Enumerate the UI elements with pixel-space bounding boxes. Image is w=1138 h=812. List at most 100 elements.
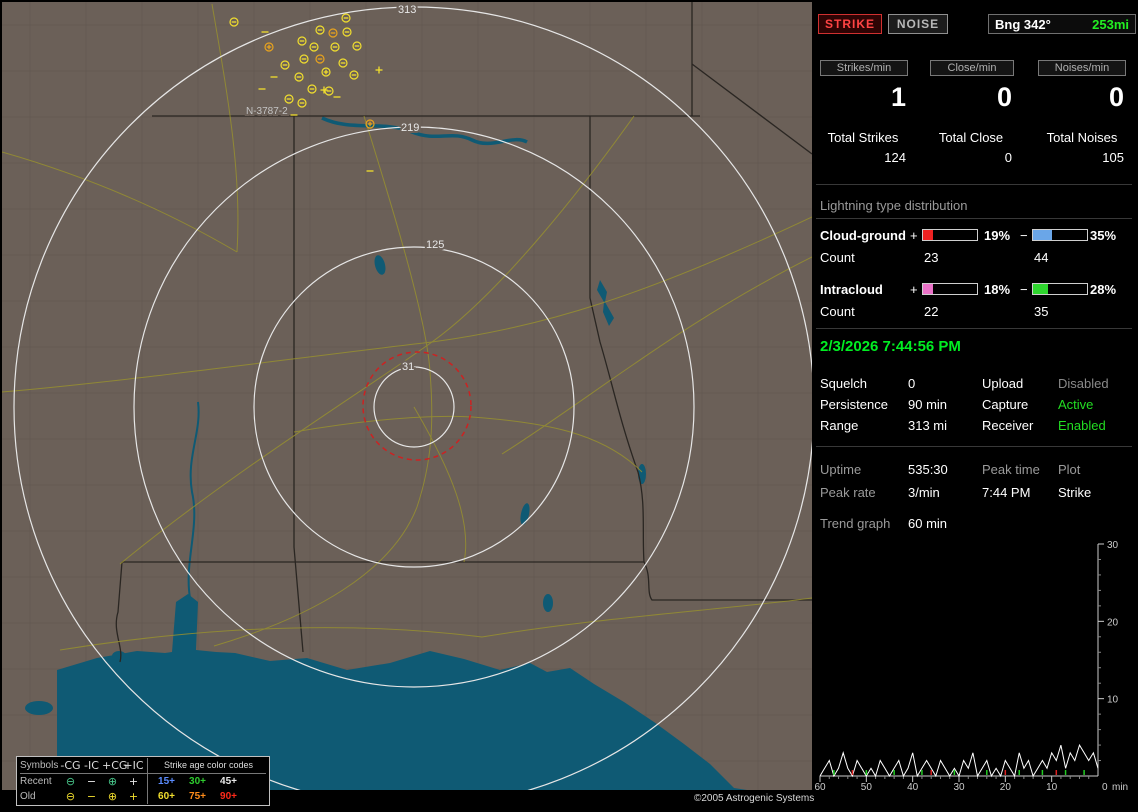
cg-plus-pct: 19% [984,228,1011,243]
recent-cg-pos-icon: ⊕ [107,775,118,788]
divider [816,446,1132,447]
close-per-min-button[interactable]: Close/min [930,60,1014,76]
legend-old-label: Old [20,791,36,802]
receiver-label: Receiver [982,418,1034,433]
cloud-ground-label: Cloud-ground [820,228,906,243]
svg-text:20: 20 [1107,617,1119,628]
divider [816,184,1132,185]
minus-sign: − [1020,282,1028,297]
age-15: 15+ [158,776,175,787]
cloud-ground-count-row: Count 23 44 [812,250,1136,266]
legend-recent-row: Recent ⊖ − ⊕ + 15+ 30+ 45+ [20,774,266,789]
upload-status: Disabled [1058,376,1109,391]
trend-graph-chart: 10203060 50 40 30 20 10 0 min [814,540,1128,793]
total-strikes-label: Total Strikes [827,130,899,145]
cg-plus-bar [922,229,978,241]
lightning-map[interactable]: 313 219 125 31 N-3787-2 [1,2,815,808]
noises-per-min-button[interactable]: Noises/min [1038,60,1126,76]
uptime-value: 535:30 [908,462,948,477]
peak-rate-label: Peak rate [820,485,876,500]
divider [816,328,1132,329]
persistence-label: Persistence [820,397,888,412]
close-per-min-value: 0 [996,82,1012,112]
age-75: 75+ [189,791,206,802]
range-ring-label: 31 [402,361,414,373]
old-cg-pos-icon: ⊕ [107,790,118,803]
legend-divider [147,758,148,773]
status-row: Uptime 535:30 Peak time Plot [812,462,1136,478]
receiver-status: Enabled [1058,418,1106,433]
ic-plus-pct: 18% [984,282,1011,297]
status-panel: STRIKE NOISE Bng 342° 253mi Strikes/min … [812,2,1136,810]
total-noises-label: Total Noises [1046,130,1118,145]
intracloud-count-row: Count 22 35 [812,304,1136,320]
svg-text:40: 40 [907,782,919,793]
station-label: N-3787-2 [246,106,288,117]
status-row: Peak rate 3/min 7:44 PM Strike [812,485,1136,501]
range-ring-label: 219 [401,122,419,134]
legend-divider [147,789,148,804]
divider [816,218,1132,219]
bearing-range: 253mi [1092,16,1129,32]
legend-col-cg-neg: -CG [60,759,81,772]
datetime-display: 2/3/2026 7:44:56 PM [820,338,961,355]
settings-row: Persistence 90 min Capture Active [812,397,1136,413]
legend-old-row: Old ⊖ − ⊕ + 60+ 75+ 90+ [20,789,266,804]
legend-recent-label: Recent [20,776,52,787]
count-label: Count [820,304,855,319]
squelch-label: Squelch [820,376,867,391]
total-close-value: 0 [1004,150,1012,165]
svg-text:10: 10 [1046,782,1058,793]
trend-graph-label: Trend graph [820,516,891,531]
strikes-per-min-button[interactable]: Strikes/min [820,60,908,76]
symbol-legend: Symbols -CG -IC +CG +IC Strike age color… [16,756,270,806]
svg-text:30: 30 [953,782,965,793]
intracloud-label: Intracloud [820,282,883,297]
squelch-value: 0 [908,376,916,391]
age-30: 30+ [189,776,206,787]
trend-graph-window: 60 min [908,516,948,531]
noise-mode-button[interactable]: NOISE [888,14,948,34]
legend-age-header: Strike age color codes [163,760,254,770]
total-strikes-value: 124 [884,150,906,165]
total-noises-value: 105 [1102,150,1124,165]
count-label: Count [820,250,855,265]
bearing-label: Bng 342° [995,16,1051,32]
legend-col-ic-neg: -IC [84,759,99,772]
noises-per-min-value: 0 [1108,82,1124,112]
svg-text:min: min [1112,782,1128,793]
ic-minus-pct: 28% [1090,282,1117,297]
recent-ic-pos-icon: + [128,775,139,788]
settings-row: Squelch 0 Upload Disabled [812,376,1136,392]
cg-plus-count: 23 [924,250,939,265]
cg-minus-bar [1032,229,1088,241]
range-value: 313 mi [908,418,948,433]
old-ic-neg-icon: − [86,790,97,803]
total-close-label: Total Close [938,130,1004,145]
range-ring-label: 313 [398,4,416,16]
old-cg-neg-icon: ⊖ [65,790,76,803]
persistence-value: 90 min [908,397,948,412]
map-canvas: 313 219 125 31 N-3787-2 [1,2,815,808]
settings-row: Range 313 mi Receiver Enabled [812,418,1136,434]
range-label: Range [820,418,859,433]
distribution-title: Lightning type distribution [820,198,968,213]
upload-label: Upload [982,376,1024,391]
legend-symbols-header: Symbols [20,760,59,771]
age-60: 60+ [158,791,175,802]
copyright-credit: ©2005 Astrogenic Systems [688,792,821,805]
bearing-readout: Bng 342° 253mi [988,14,1136,34]
plus-sign: + [910,282,918,297]
capture-status: Active [1058,397,1094,412]
legend-col-cg-pos: +CG [102,759,128,772]
plus-sign: + [910,228,918,243]
recent-cg-neg-icon: ⊖ [65,775,76,788]
peak-rate-value: 3/min [908,485,940,500]
svg-text:30: 30 [1107,540,1119,551]
cg-minus-pct: 35% [1090,228,1117,243]
plot-value: Strike [1058,485,1092,500]
strike-mode-button[interactable]: STRIKE [818,14,882,34]
cloud-ground-row: Cloud-ground + 19% − 35% [812,228,1136,244]
legend-header-row: Symbols -CG -IC +CG +IC Strike age color… [20,758,266,774]
intracloud-row: Intracloud + 18% − 28% [812,282,1136,298]
